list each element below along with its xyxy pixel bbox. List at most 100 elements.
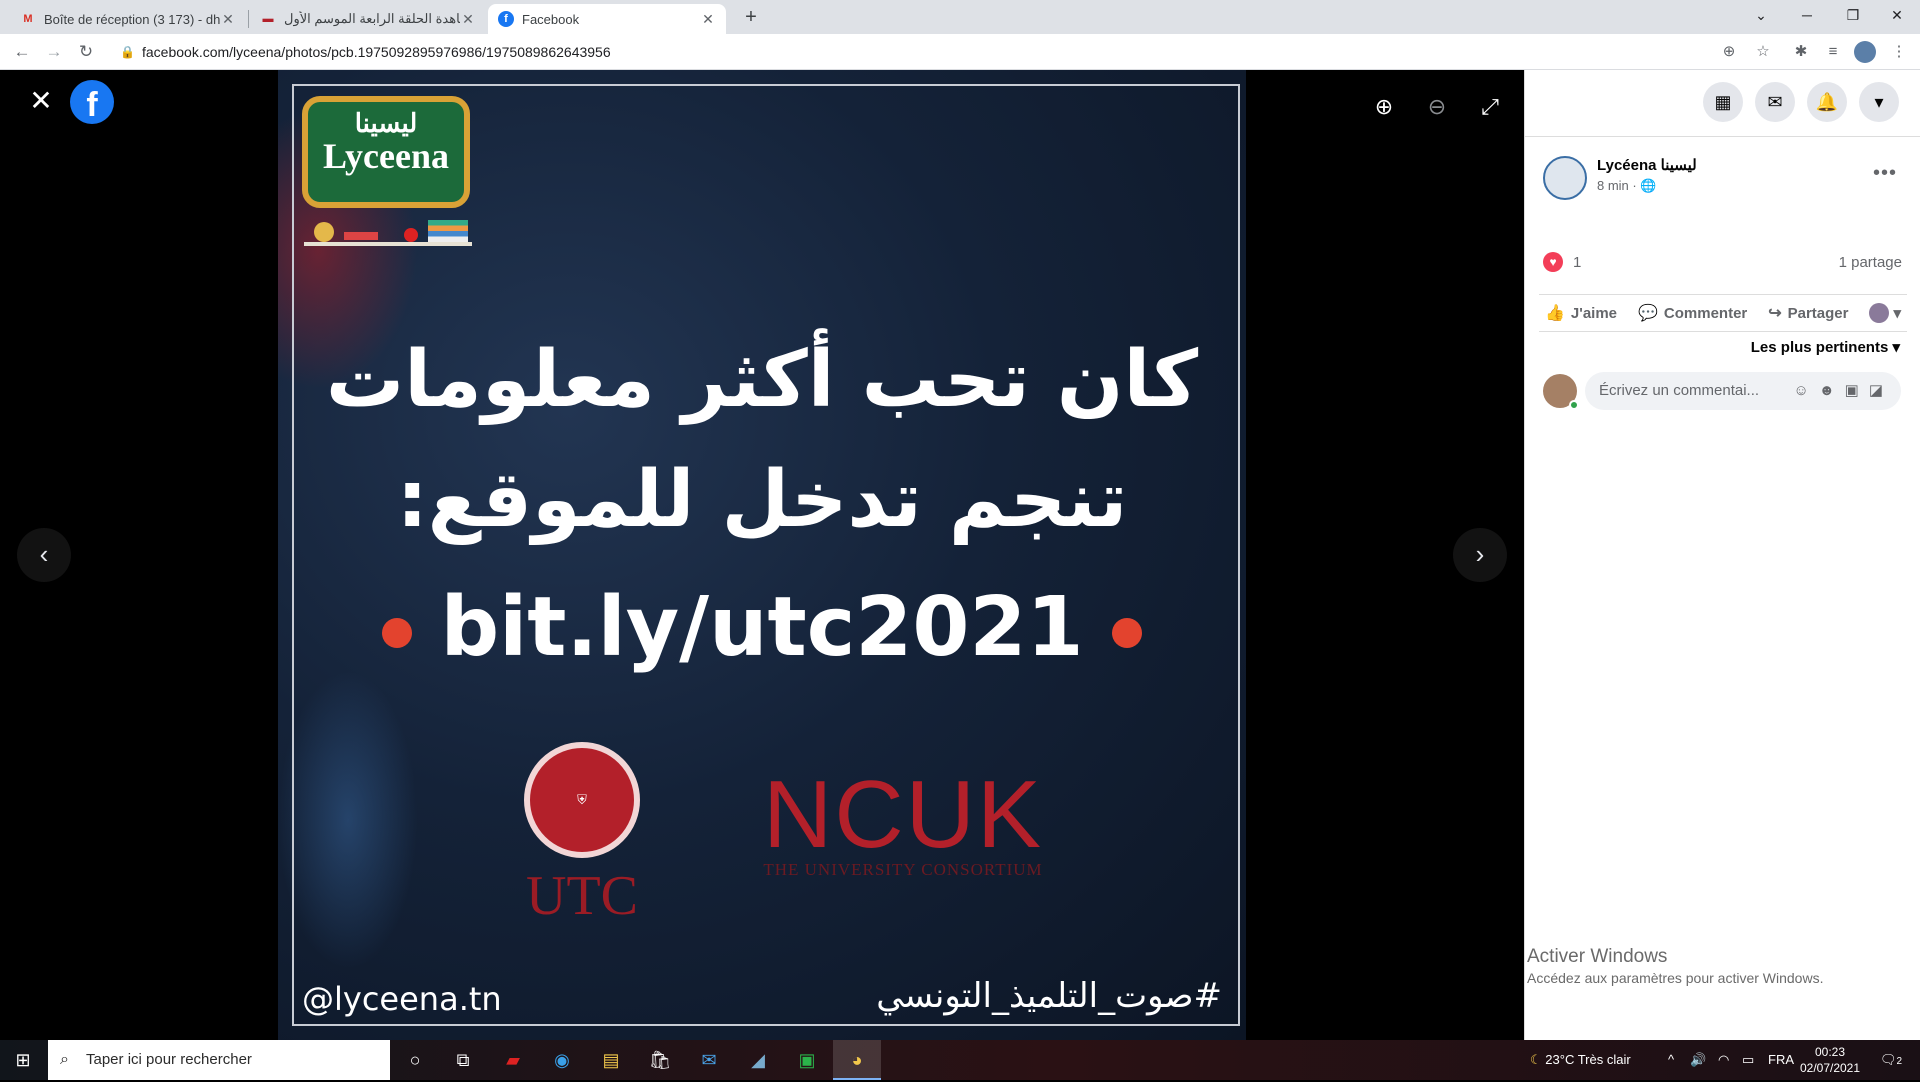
zoom-in-icon[interactable]: ⊕ <box>1371 94 1397 120</box>
store-icon[interactable]: 🛍 <box>644 1046 676 1074</box>
previous-photo-button[interactable]: ‹ <box>17 528 71 582</box>
close-icon[interactable]: ✕ <box>220 11 236 28</box>
notification-count: 2 <box>1896 1056 1903 1067</box>
headline-line-2: تنجم تدخل للموقع: <box>396 455 1128 545</box>
post-side-panel: ▦ ✉ 🔔 ▾ Lycéena ليسينا 8 min · 🌐 ••• ♥ 1… <box>1524 70 1920 1040</box>
fullscreen-icon[interactable]: ⤢ <box>1477 94 1503 120</box>
online-status-dot <box>1569 400 1579 410</box>
sort-label: Les plus pertinents <box>1750 339 1889 356</box>
account-dropdown-icon[interactable]: ▾ <box>1859 82 1899 122</box>
app-red-icon[interactable]: ▰ <box>497 1046 529 1074</box>
maximize-button[interactable]: ❐ <box>1830 0 1876 30</box>
post-author[interactable]: Lycéena ليسينا <box>1597 156 1697 174</box>
extensions-icon[interactable]: ✱ <box>1790 41 1812 63</box>
file-explorer-icon[interactable]: ▤ <box>595 1046 627 1074</box>
profile-avatar[interactable] <box>1854 41 1876 63</box>
edge-icon[interactable]: ◉ <box>546 1046 578 1074</box>
book-icon <box>344 232 378 240</box>
zoom-out-icon[interactable]: ⊖ <box>1424 94 1450 120</box>
ncuk-subtitle: THE UNIVERSITY CONSORTIUM <box>763 860 1043 879</box>
close-viewer-button[interactable]: ✕ <box>26 86 56 116</box>
reaction-as-selector[interactable]: ▾ <box>1869 303 1901 323</box>
window-close-button[interactable]: ✕ <box>1874 0 1920 30</box>
tab-separator <box>248 10 249 28</box>
gmail-icon: M <box>23 13 33 25</box>
reaction-summary[interactable]: ♥ 1 <box>1543 252 1581 272</box>
author-avatar[interactable] <box>1543 156 1587 200</box>
more-options-icon[interactable]: ••• <box>1873 162 1897 185</box>
network-icon[interactable]: ◠ <box>1718 1040 1729 1080</box>
like-label: J'aime <box>1570 304 1618 322</box>
mail-icon[interactable]: ✉ <box>693 1046 725 1074</box>
clock-date: 02/07/2021 <box>1799 1061 1861 1075</box>
messenger-icon[interactable]: ✉ <box>1755 82 1795 122</box>
shelf-bar <box>304 242 472 246</box>
notifications-bell-icon[interactable]: 🔔 <box>1807 82 1847 122</box>
share-count[interactable]: 1 partage <box>1839 254 1902 271</box>
logo-latin: Lyceena <box>323 136 449 176</box>
reading-list-icon[interactable]: ≡ <box>1822 41 1844 63</box>
moon-icon: ☾ <box>1530 1052 1542 1067</box>
facebook-icon: f <box>498 11 514 27</box>
app-blue-icon[interactable]: ◢ <box>742 1046 774 1074</box>
comment-input[interactable]: Écrivez un commentai... ☺☻▣◪ <box>1585 372 1901 410</box>
share-label: Partager <box>1787 304 1849 322</box>
windows-start-icon[interactable]: ⊞ <box>0 1040 46 1080</box>
post-time-text: 8 min · <box>1597 178 1637 193</box>
utc-seal-icon: ⛨ <box>524 742 640 858</box>
browser-menu-icon[interactable]: ⋮ <box>1888 41 1910 63</box>
share-button[interactable]: ↪ Partager <box>1768 303 1848 323</box>
new-tab-button[interactable]: + <box>737 4 765 30</box>
zoom-icon[interactable]: ⊕ <box>1718 41 1740 63</box>
tab-title: Boîte de réception (3 173) - dhia <box>44 11 220 27</box>
tab-search-icon[interactable]: ⌄ <box>1738 0 1784 30</box>
next-photo-button[interactable]: › <box>1453 528 1507 582</box>
photo-viewer: ✕ f ليسينا Lyceena كان تحب أكثر معلومات … <box>0 70 1524 1040</box>
watermark-subtitle: Accédez aux paramètres pour activer Wind… <box>1527 970 1824 986</box>
tab-gmail[interactable]: M Boîte de réception (3 173) - dhia ✕ <box>10 4 246 34</box>
url-bar[interactable]: 🔒 facebook.com/lyceena/photos/pcb.197509… <box>112 38 1732 66</box>
tray-chevron-icon[interactable]: ^ <box>1668 1040 1674 1080</box>
sticker-icon[interactable]: ◪ <box>1869 382 1893 399</box>
minimize-button[interactable]: ─ <box>1784 0 1830 30</box>
like-button[interactable]: 👍 J'aime <box>1545 303 1617 323</box>
tab-title: مشاهدة الحلقة الرابعة الموسم الأول <box>284 11 460 26</box>
comment-sort-dropdown[interactable]: Les plus pertinents ▾ <box>1751 338 1900 356</box>
divider <box>1525 136 1920 137</box>
menu-grid-icon[interactable]: ▦ <box>1703 82 1743 122</box>
emoji-icon[interactable]: ☻ <box>1819 382 1845 399</box>
forward-button[interactable]: → <box>42 40 66 64</box>
close-icon[interactable]: ✕ <box>460 11 476 28</box>
language-indicator[interactable]: FRA <box>1768 1040 1794 1080</box>
gif-icon[interactable]: ▣ <box>1845 382 1869 399</box>
chevron-down-icon: ▾ <box>1892 339 1900 356</box>
chrome-icon[interactable]: ◕ <box>841 1046 873 1074</box>
back-button[interactable]: ← <box>10 40 34 64</box>
comment-button[interactable]: 💬 Commenter <box>1638 303 1747 323</box>
tab-video-site[interactable]: ▬ مشاهدة الحلقة الرابعة الموسم الأول ✕ <box>250 4 486 34</box>
battery-icon[interactable]: ▭ <box>1742 1040 1754 1080</box>
taskbar-search[interactable]: ⌕ Taper ici pour rechercher <box>48 1040 390 1080</box>
headline-line-1: كان تحب أكثر معلومات <box>325 335 1199 425</box>
avatar-sticker-icon[interactable]: ☺ <box>1794 382 1819 399</box>
logo-arabic: ليسينا <box>354 108 418 138</box>
taskbar-clock[interactable]: 00:23 02/07/2021 <box>1792 1044 1868 1076</box>
qt-creator-icon[interactable]: ▣ <box>791 1046 823 1074</box>
clock-time: 00:23 <box>1814 1045 1846 1059</box>
cortana-icon[interactable]: ○ <box>399 1046 431 1074</box>
tab-facebook[interactable]: f Facebook ✕ <box>488 4 726 34</box>
facebook-logo-icon[interactable]: f <box>70 80 114 124</box>
task-view-icon[interactable]: ⧉ <box>447 1046 479 1074</box>
comment-tools: ☺☻▣◪ <box>1794 372 1894 410</box>
red-dot <box>1111 617 1142 648</box>
post-time: 8 min · 🌐 <box>1597 178 1657 194</box>
bookmark-star-icon[interactable]: ☆ <box>1752 41 1774 63</box>
weather-widget[interactable]: ☾ 23°C Très clair <box>1530 1040 1631 1080</box>
close-icon[interactable]: ✕ <box>700 11 716 28</box>
reload-button[interactable]: ↻ <box>74 40 98 64</box>
notification-center-icon[interactable]: 🗨2 <box>1880 1040 1902 1080</box>
volume-icon[interactable]: 🔊 <box>1690 1040 1706 1080</box>
ncuk-label: NCUK <box>762 761 1043 868</box>
photo-hashtag: #صوت_التلميذ_التونسي <box>876 976 1222 1016</box>
comment-label: Commenter <box>1663 304 1748 322</box>
